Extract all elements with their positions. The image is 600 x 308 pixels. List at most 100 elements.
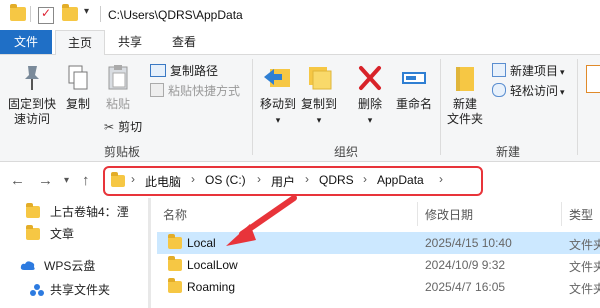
copy-label: 复制 xyxy=(65,97,90,111)
move-to-icon xyxy=(264,69,290,87)
file-date: 2025/4/7 16:05 xyxy=(425,280,506,294)
file-type: 文件夹 xyxy=(569,238,600,252)
scissors-icon: ✂ xyxy=(104,120,115,134)
group-label-organize: 组织 xyxy=(334,145,359,159)
file-name: Local xyxy=(187,236,216,250)
column-divider[interactable] xyxy=(561,202,562,226)
pin-to-quick-access-button[interactable]: 固定到快 速访问 xyxy=(4,63,60,127)
copy-to-label: 复制到 ▾ xyxy=(300,97,337,125)
new-folder-icon[interactable] xyxy=(62,4,78,21)
copy-path-label: 复制路径 xyxy=(170,64,219,78)
nav-item-label: WPS云盘 xyxy=(44,259,96,273)
title-bar: ✓ ▾ C:\Users\QDRS\AppData xyxy=(0,0,600,30)
copy-path-button[interactable]: 复制路径 xyxy=(150,63,218,79)
nav-item-folder-2[interactable]: 文章 xyxy=(26,224,148,244)
pin-label-line2: 速访问 xyxy=(13,112,50,126)
paste-button[interactable]: 粘贴 xyxy=(100,63,136,112)
properties-icon[interactable]: ✓ xyxy=(38,6,54,24)
file-name: Roaming xyxy=(187,280,236,294)
breadcrumb-appdata[interactable]: AppData xyxy=(377,173,424,187)
copy-path-icon xyxy=(150,64,166,77)
column-header-name[interactable]: 名称 xyxy=(163,206,187,223)
new-folder-label-line1: 新建 xyxy=(452,97,477,111)
breadcrumb-qdrs[interactable]: QDRS xyxy=(319,173,354,187)
chevron-down-icon[interactable]: ▾ xyxy=(84,6,89,17)
group-label-new: 新建 xyxy=(496,145,521,159)
column-header-type[interactable]: 类型 xyxy=(569,206,593,223)
properties-icon[interactable] xyxy=(586,65,600,93)
tab-file[interactable]: 文件 xyxy=(0,30,52,54)
rename-button[interactable]: 重命名 xyxy=(392,63,436,112)
nav-item-label: 文章 xyxy=(50,227,75,241)
annotation-arrow-icon xyxy=(226,195,297,246)
paste-shortcut-label: 粘贴快捷方式 xyxy=(168,84,241,98)
move-to-button[interactable]: 移动到 ▾ xyxy=(258,63,298,128)
new-item-icon xyxy=(492,63,506,77)
column-divider[interactable] xyxy=(417,202,418,226)
folder-icon xyxy=(456,67,474,91)
shared-icon xyxy=(30,284,44,296)
move-to-label: 移动到 ▾ xyxy=(259,97,296,125)
easy-access-icon xyxy=(492,83,506,97)
folder-icon xyxy=(26,225,40,240)
breadcrumb-separator-icon[interactable]: › xyxy=(305,172,309,186)
copy-button[interactable]: 复制 xyxy=(60,63,96,112)
forward-arrow-icon[interactable]: → xyxy=(38,172,53,189)
divider xyxy=(100,6,101,22)
folder-icon xyxy=(26,203,40,218)
tab-share[interactable]: 共享 xyxy=(108,30,152,54)
column-header-date[interactable]: 修改日期 xyxy=(425,206,473,223)
nav-item-folder-1[interactable]: 上古卷轴4：湮 xyxy=(26,202,148,222)
group-separator xyxy=(252,59,253,155)
breadcrumb-separator-icon[interactable]: › xyxy=(363,172,367,186)
breadcrumb-os-c[interactable]: OS (C:) xyxy=(205,173,246,187)
breadcrumb-separator-icon[interactable]: › xyxy=(257,172,261,186)
breadcrumb-separator-icon[interactable]: › xyxy=(439,172,443,186)
breadcrumb-separator-icon[interactable]: › xyxy=(131,172,135,186)
folder-icon xyxy=(168,256,182,271)
breadcrumb-users[interactable]: 用户 xyxy=(271,173,295,190)
nav-pane-scrollbar[interactable] xyxy=(148,198,151,308)
delete-icon xyxy=(359,66,381,90)
paste-label: 粘贴 xyxy=(105,97,130,111)
copy-to-button[interactable]: 复制到 ▾ xyxy=(298,63,340,128)
folder-icon xyxy=(168,234,182,249)
paste-shortcut-button[interactable]: 粘贴快捷方式 xyxy=(150,83,240,99)
new-item-button[interactable]: 新建项目 ▾ xyxy=(492,63,565,80)
paste-shortcut-icon xyxy=(150,83,164,97)
easy-access-button[interactable]: 轻松访问 ▾ xyxy=(492,83,565,100)
new-folder-label-line2: 文件夹 xyxy=(446,112,483,126)
back-arrow-icon[interactable]: ← xyxy=(10,172,25,189)
folder-icon xyxy=(168,278,182,293)
copy-to-icon xyxy=(309,67,332,90)
paste-icon xyxy=(108,65,128,90)
window-title: C:\Users\QDRS\AppData xyxy=(108,8,243,22)
new-folder-button[interactable]: 新建 文件夹 xyxy=(444,63,486,127)
breadcrumb-this-pc[interactable]: 此电脑 xyxy=(145,173,181,190)
recent-chevron-icon[interactable]: ▾ xyxy=(64,175,69,186)
group-separator xyxy=(577,59,578,155)
nav-item-shared-folder[interactable]: 共享文件夹 xyxy=(30,280,148,300)
divider xyxy=(30,6,31,22)
nav-item-wps-cloud[interactable]: WPS云盘 xyxy=(20,256,148,276)
rename-icon xyxy=(402,72,426,84)
file-name: LocalLow xyxy=(187,258,238,272)
cloud-icon xyxy=(20,261,35,270)
delete-label: 删除 ▾ xyxy=(357,97,382,125)
table-row[interactable]: Roaming 2025/4/7 16:05 文件夹 xyxy=(157,276,600,298)
copy-icon xyxy=(68,65,88,90)
up-arrow-icon[interactable]: ↑ xyxy=(82,172,90,189)
file-type: 文件夹 xyxy=(569,260,600,274)
tab-view[interactable]: 查看 xyxy=(160,30,208,54)
table-row[interactable]: LocalLow 2024/10/9 9:32 文件夹 xyxy=(157,254,600,276)
file-type: 文件夹 xyxy=(569,282,600,296)
breadcrumb-separator-icon[interactable]: › xyxy=(191,172,195,186)
folder-icon xyxy=(10,4,26,21)
new-item-label: 新建项目 xyxy=(510,64,559,78)
navigation-pane: 上古卷轴4：湮 文章 WPS云盘 共享文件夹 xyxy=(0,198,148,308)
tab-home[interactable]: 主页 xyxy=(55,30,105,56)
delete-button[interactable]: 删除 ▾ xyxy=(350,63,390,128)
folder-icon xyxy=(111,172,125,187)
cut-label: 剪切 xyxy=(118,120,143,134)
cut-button[interactable]: ✂ 剪切 xyxy=(104,119,142,135)
